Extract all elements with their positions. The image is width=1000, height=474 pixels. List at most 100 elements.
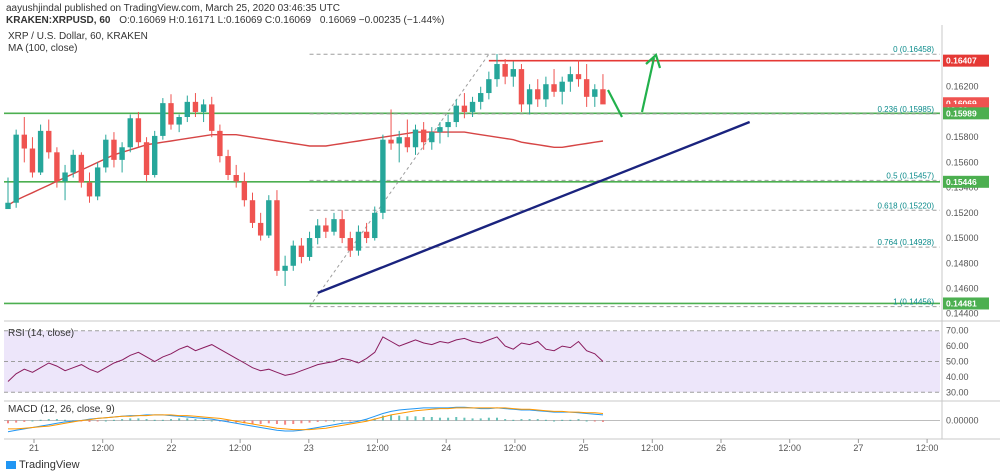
price-axis-tick: 0.15000 [946,233,979,243]
candle-body [551,84,557,92]
candle-body [217,130,223,157]
quote-readout: 0.16069 −0.00235 (−1.44%) [319,15,445,26]
macd-histogram-bar [447,417,450,421]
candle-body [600,89,606,105]
macd-histogram-bar [422,417,425,421]
macd-histogram-bar [577,419,580,421]
rsi-axis-tick: 30.00 [946,387,969,397]
macd-histogram-bar [479,418,482,421]
candle-body [347,238,353,251]
rsi-axis-tick: 60.00 [946,341,969,351]
candle-body [575,74,582,80]
macd-histogram-bar [178,418,181,421]
candle-body [225,156,231,175]
macd-histogram-bar [471,418,474,421]
x-axis-tick: 12:00 [91,443,114,453]
candle-body [5,202,11,210]
candle-body [94,167,101,197]
x-axis-tick: 25 [579,443,589,453]
candle-body [583,79,590,97]
ohlc-readout: O:0.16069 H:0.16171 L:0.16069 C:0.16069 [119,15,312,26]
macd-histogram-bar [585,420,588,422]
fib-level-label: 1 (0.14456) [893,298,934,307]
candle-body [209,104,215,131]
candle-body [526,89,533,105]
macd-histogram-bar [528,419,531,421]
chart-title: XRP / U.S. Dollar, 60, KRAKEN [8,31,148,42]
macd-histogram-bar [553,420,556,422]
macd-histogram-bar [15,420,18,423]
candle-body [535,89,541,100]
rsi-legend: RSI (14, close) [8,328,75,339]
macd-histogram-bar [438,417,441,421]
candle-body [241,181,248,201]
candle-body [70,154,76,173]
candle-body [86,182,93,197]
x-axis-tick: 22 [166,443,176,453]
candle-body [494,64,500,80]
candle-body [152,135,158,175]
macd-histogram-bar [398,415,401,421]
projection-arrow-up [640,57,656,113]
candle-body [274,200,280,271]
fib-level-label: 0.5 (0.15457) [886,171,934,180]
candle-body [363,231,370,239]
candle-body [559,81,565,92]
candle-body [510,69,516,77]
candle-body [266,200,272,236]
candle-body [29,148,36,173]
candle-body [119,147,125,160]
candle-body [437,127,443,133]
macd-histogram-bar [31,420,34,422]
price-axis-tick: 0.15600 [946,157,979,167]
macd-histogram-bar [455,417,458,421]
candle-body [168,103,174,125]
macd-legend: MACD (12, 26, close, 9) [8,404,115,415]
macd-axis-tick: 0.00000 [946,416,979,426]
candle-body [21,134,27,149]
candle-body [143,142,150,175]
candle-body [257,222,264,236]
candle-body [13,134,19,203]
candle-body [453,105,459,123]
macd-histogram-bar [96,420,99,422]
candle-body [298,245,305,257]
candle-body [290,245,296,266]
macd-histogram-bar [39,419,42,421]
candle-body [78,154,85,183]
candle-body [412,129,419,148]
x-axis-tick: 21 [29,443,39,453]
price-axis-tick: 0.14800 [946,258,979,268]
candle-body [396,137,402,144]
price-axis-tick: 0.15200 [946,208,979,218]
macd-histogram-bar [275,420,278,424]
candle-body [103,139,109,168]
rsi-axis-tick: 50.00 [946,357,969,367]
macd-histogram-bar [137,418,140,421]
fib-level-label: 0.764 (0.14928) [878,238,935,247]
price-axis-tick: 0.14600 [946,283,979,293]
macd-histogram-bar [267,420,270,424]
macd-histogram-bar [487,417,490,421]
candle-body [37,130,44,173]
candle-body [127,118,133,148]
candle-body [518,69,525,105]
fib-diagonal-line [309,53,490,307]
macd-histogram-bar [333,420,335,422]
candle-body [135,118,142,143]
macd-histogram-bar [202,419,205,421]
candle-body [445,122,451,128]
macd-histogram-bar [170,419,172,421]
price-tag-label: 0.15446 [946,177,977,187]
candle-body [331,219,337,232]
candle-body [306,238,313,257]
macd-histogram-bar [414,416,417,421]
candle-body [46,130,52,153]
macd-histogram-bar [23,420,26,422]
x-axis-tick: 12:00 [916,443,939,453]
macd-histogram-bar [504,419,507,421]
macd-histogram-bar [520,419,523,421]
macd-histogram-bar [390,414,393,421]
x-axis-tick: 12:00 [366,443,389,453]
macd-histogram-bar [88,420,91,422]
